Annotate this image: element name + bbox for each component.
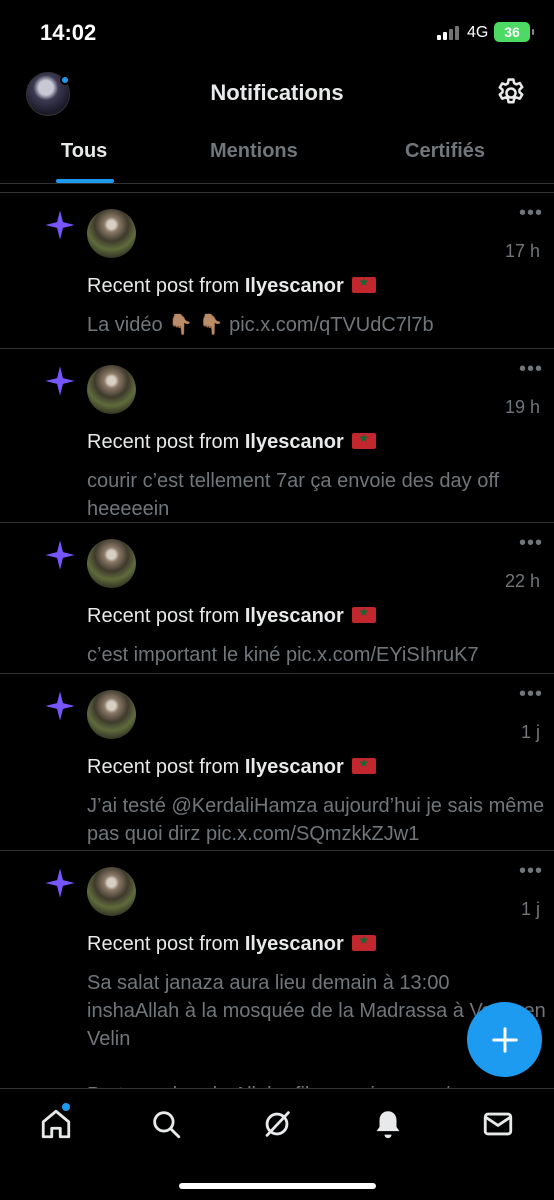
unread-dot [60,75,70,85]
notification-tabs: Tous Mentions Certifiés [0,126,554,184]
mail-icon [483,1112,513,1136]
more-options-button[interactable]: ••• [519,861,543,881]
notification-headline: Recent post from Ilyescanor [87,933,376,956]
notification-headline: Recent post from Ilyescanor [87,275,376,298]
author-avatar[interactable] [87,365,136,414]
sparkle-icon [45,366,75,396]
more-options-button[interactable]: ••• [519,684,543,704]
tab-mentions[interactable]: Mentions [210,140,298,163]
network-label: 4G [467,24,489,41]
bell-icon [376,1111,400,1139]
flag-icon [351,605,376,623]
notification-time: 17 h [504,241,540,261]
notification-item[interactable]: ••• 22 h Recent post from Ilyescanor c’e… [0,523,554,674]
author-name[interactable]: Ilyescanor [245,605,344,627]
flag-icon [351,275,376,293]
nav-home[interactable] [39,1107,73,1141]
headline-prefix: Recent post from [87,275,245,297]
gear-icon [498,78,524,104]
headline-prefix: Recent post from [87,431,245,453]
author-avatar[interactable] [87,209,136,258]
home-indicator [179,1183,376,1189]
search-icon [153,1111,181,1139]
notification-time: 1 j [520,899,540,919]
flag-icon [351,756,376,774]
headline-prefix: Recent post from [87,756,245,778]
notification-time: 1 j [520,722,540,742]
nav-messages[interactable] [481,1107,515,1141]
notification-item[interactable]: ••• 1 j Recent post from Ilyescanor J’ai… [0,674,554,851]
notification-headline: Recent post from Ilyescanor [87,431,376,454]
sparkle-icon [45,540,75,570]
author-avatar[interactable] [87,867,136,916]
notification-list: ••• 17 h Recent post from Ilyescanor La … [0,192,554,1111]
more-options-button[interactable]: ••• [519,359,543,379]
status-time: 14:02 [40,20,97,45]
notification-headline: Recent post from Ilyescanor [87,756,376,779]
flag-icon [351,933,376,951]
author-name[interactable]: Ilyescanor [245,756,344,778]
more-options-button[interactable]: ••• [519,533,543,553]
nav-notifications[interactable] [371,1107,405,1141]
author-avatar[interactable] [87,690,136,739]
notification-time: 22 h [504,571,540,591]
author-name[interactable]: Ilyescanor [245,933,344,955]
post-text: courir c’est tellement 7ar ça envoie des… [87,470,505,520]
active-tab-indicator [56,179,114,183]
post-text: La vidéo 👇🏽 👇🏽 pic.x.com/qTVUdC7l7b [87,314,434,336]
headline-prefix: Recent post from [87,933,245,955]
profile-avatar[interactable] [26,72,70,116]
author-avatar[interactable] [87,539,136,588]
grok-icon [265,1111,290,1137]
notification-headline: Recent post from Ilyescanor [87,605,376,628]
signal-icon [437,26,463,40]
nav-grok[interactable] [260,1107,294,1141]
compose-button[interactable] [467,1002,542,1077]
nav-search[interactable] [149,1107,183,1141]
post-text: c’est important le kiné pic.x.com/EYiSIh… [87,644,479,666]
home-icon [41,1109,71,1139]
header: Notifications [0,66,554,126]
tab-certifies[interactable]: Certifiés [405,140,485,163]
notification-item[interactable]: ••• 17 h Recent post from Ilyescanor La … [0,193,554,349]
sparkle-icon [45,691,75,721]
headline-prefix: Recent post from [87,605,245,627]
home-unread-dot [62,1103,70,1111]
settings-button[interactable] [494,76,528,110]
more-options-button[interactable]: ••• [519,203,543,223]
flag-icon [351,431,376,449]
battery-icon: 36 [494,22,534,42]
notification-item[interactable]: ••• 1 j Recent post from Ilyescanor Sa s… [0,851,554,1111]
notification-item[interactable]: ••• 19 h Recent post from Ilyescanor cou… [0,349,554,523]
tab-tous[interactable]: Tous [61,140,107,163]
status-bar: 14:02 4G 36 [0,0,554,66]
page-title: Notifications [210,80,344,105]
sparkle-icon [45,868,75,898]
author-name[interactable]: Ilyescanor [245,275,344,297]
post-text: J’ai testé @KerdaliHamza aujourd’hui je … [87,795,550,845]
sparkle-icon [45,210,75,240]
author-name[interactable]: Ilyescanor [245,431,344,453]
notification-time: 19 h [504,397,540,417]
plus-icon [491,1026,518,1053]
